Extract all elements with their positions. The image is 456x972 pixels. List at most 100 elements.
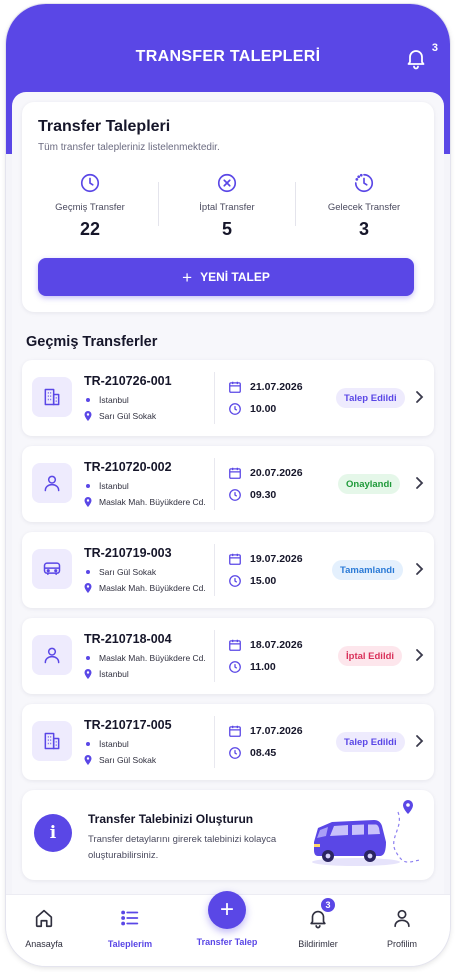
transfer-date: 19.07.2026 bbox=[228, 552, 303, 566]
clock-icon bbox=[229, 747, 241, 759]
chevron-right-icon bbox=[416, 477, 424, 489]
status-badge: Tamamlandı bbox=[332, 560, 403, 580]
status-badge: Talep Edildi bbox=[336, 388, 405, 408]
transfer-origin: İstanbul bbox=[84, 481, 129, 491]
divider bbox=[214, 458, 215, 510]
location-pin-icon bbox=[84, 497, 92, 507]
clock-icon bbox=[229, 575, 241, 587]
stat-value: 5 bbox=[221, 219, 232, 239]
status-badge: İptal Edildi bbox=[338, 646, 403, 666]
stat-label: İptal Transfer bbox=[199, 202, 255, 213]
transfer-id: TR-210720-002 bbox=[84, 460, 172, 474]
destination-text: Maslak Mah. Büyükdere Cd. bbox=[99, 497, 206, 507]
nav-home[interactable]: Anasayfa bbox=[6, 907, 84, 949]
transfer-card[interactable]: TR-210719-003 Sarı Gül Sokak Maslak Mah.… bbox=[22, 532, 434, 608]
time-text: 09.30 bbox=[250, 489, 277, 501]
stat-past-transfer[interactable]: Geçmiş Transfer 22 bbox=[22, 172, 158, 240]
divider bbox=[214, 372, 215, 424]
nav-my-requests[interactable]: Taleplerim bbox=[90, 907, 170, 949]
nav-label: Anasayfa bbox=[25, 939, 63, 949]
origin-dot-icon bbox=[86, 398, 90, 402]
notifications-button[interactable]: 3 bbox=[404, 42, 438, 72]
date-text: 20.07.2026 bbox=[250, 467, 303, 479]
clock-icon bbox=[229, 403, 241, 415]
time-text: 11.00 bbox=[250, 661, 276, 673]
cancel-circle-icon bbox=[217, 173, 237, 193]
building-icon bbox=[32, 721, 72, 761]
nav-label: Bildirimler bbox=[298, 939, 338, 949]
transfer-destination: Maslak Mah. Büyükdere Cd. bbox=[84, 497, 206, 507]
bus-icon bbox=[32, 549, 72, 589]
transfer-id: TR-210726-001 bbox=[84, 374, 172, 388]
transfer-id: TR-210719-003 bbox=[84, 546, 172, 560]
transfer-time: 10.00 bbox=[228, 402, 276, 416]
location-pin-icon bbox=[84, 411, 92, 421]
transfer-origin: İstanbul bbox=[84, 395, 129, 405]
chevron-right-icon bbox=[416, 391, 424, 403]
origin-dot-icon bbox=[86, 656, 90, 660]
new-request-button[interactable]: + YENİ TALEP bbox=[38, 258, 414, 296]
bottom-navigation: Anasayfa Taleplerim + Transfer Talep Bil… bbox=[6, 891, 450, 966]
transfer-card[interactable]: TR-210726-001 İstanbul Sarı Gül Sokak 21… bbox=[22, 360, 434, 436]
stat-value: 3 bbox=[358, 219, 369, 239]
destination-text: Sarı Gül Sokak bbox=[99, 411, 157, 421]
summary-card: Transfer Talepleri Tüm transfer talepler… bbox=[22, 102, 434, 312]
destination-text: İstanbul bbox=[99, 669, 129, 679]
info-icon: i bbox=[34, 814, 72, 852]
transfer-origin: Maslak Mah. Büyükdere Cd. bbox=[84, 653, 206, 663]
list-icon bbox=[121, 910, 139, 926]
new-request-label: YENİ TALEP bbox=[200, 270, 270, 284]
time-text: 10.00 bbox=[250, 403, 277, 415]
plus-icon: + bbox=[219, 896, 234, 923]
van-illustration-icon bbox=[312, 800, 421, 866]
dashed-clock-icon bbox=[354, 173, 374, 193]
origin-text: İstanbul bbox=[99, 481, 129, 491]
date-text: 18.07.2026 bbox=[250, 639, 303, 651]
building-icon bbox=[32, 377, 72, 417]
transfer-time: 08.45 bbox=[228, 746, 276, 760]
notification-count: 3 bbox=[431, 42, 438, 54]
home-icon bbox=[35, 909, 53, 928]
calendar-icon bbox=[229, 553, 241, 565]
transfer-date: 18.07.2026 bbox=[228, 638, 303, 652]
transfer-date: 17.07.2026 bbox=[228, 724, 303, 738]
transfer-id: TR-210717-005 bbox=[84, 718, 172, 732]
clock-icon bbox=[229, 661, 241, 673]
section-title: Geçmiş Transferler bbox=[26, 334, 158, 350]
plus-icon: + bbox=[182, 267, 193, 287]
transfer-origin: İstanbul bbox=[84, 739, 129, 749]
transfer-card[interactable]: TR-210718-004 Maslak Mah. Büyükdere Cd. … bbox=[22, 618, 434, 694]
calendar-icon bbox=[229, 725, 241, 737]
time-text: 15.00 bbox=[250, 575, 277, 587]
transfer-date: 21.07.2026 bbox=[228, 380, 303, 394]
transfer-card[interactable]: TR-210717-005 İstanbul Sarı Gül Sokak 17… bbox=[22, 704, 434, 780]
summary-subtitle: Tüm transfer talepleriniz listelenmekted… bbox=[38, 142, 220, 153]
nav-notifications[interactable]: Bildirimler bbox=[278, 907, 358, 949]
person-icon bbox=[32, 463, 72, 503]
chevron-right-icon bbox=[416, 735, 424, 747]
calendar-icon bbox=[229, 381, 241, 393]
transfer-request-button[interactable]: + bbox=[208, 891, 246, 929]
transfer-destination: Maslak Mah. Büyükdere Cd. bbox=[84, 583, 206, 593]
nav-label: Taleplerim bbox=[107, 939, 153, 949]
transfer-card[interactable]: TR-210720-002 İstanbul Maslak Mah. Büyük… bbox=[22, 446, 434, 522]
date-text: 21.07.2026 bbox=[250, 381, 303, 393]
destination-text: Sarı Gül Sokak bbox=[99, 755, 157, 765]
page-title: TRANSFER TALEPLERİ bbox=[135, 48, 321, 65]
location-pin-icon bbox=[84, 669, 92, 679]
user-icon bbox=[394, 909, 410, 928]
create-request-banner[interactable]: i Transfer Talebinizi Oluşturun Transfer… bbox=[22, 790, 434, 880]
transfer-id: TR-210718-004 bbox=[84, 632, 172, 646]
calendar-icon bbox=[229, 639, 241, 651]
banner-title: Transfer Talebinizi Oluşturun bbox=[88, 812, 254, 826]
origin-dot-icon bbox=[86, 742, 90, 746]
divider bbox=[214, 544, 215, 596]
origin-text: Maslak Mah. Büyükdere Cd. bbox=[99, 653, 206, 663]
stat-cancelled-transfer[interactable]: İptal Transfer 5 bbox=[159, 172, 295, 240]
location-pin-icon bbox=[84, 755, 92, 765]
nav-label: Profilim bbox=[386, 939, 417, 949]
summary-title: Transfer Talepleri bbox=[38, 118, 171, 135]
transfer-destination: Sarı Gül Sokak bbox=[84, 755, 156, 765]
stat-upcoming-transfer[interactable]: Gelecek Transfer 3 bbox=[296, 172, 432, 240]
nav-profile[interactable]: Profilim bbox=[362, 907, 442, 949]
